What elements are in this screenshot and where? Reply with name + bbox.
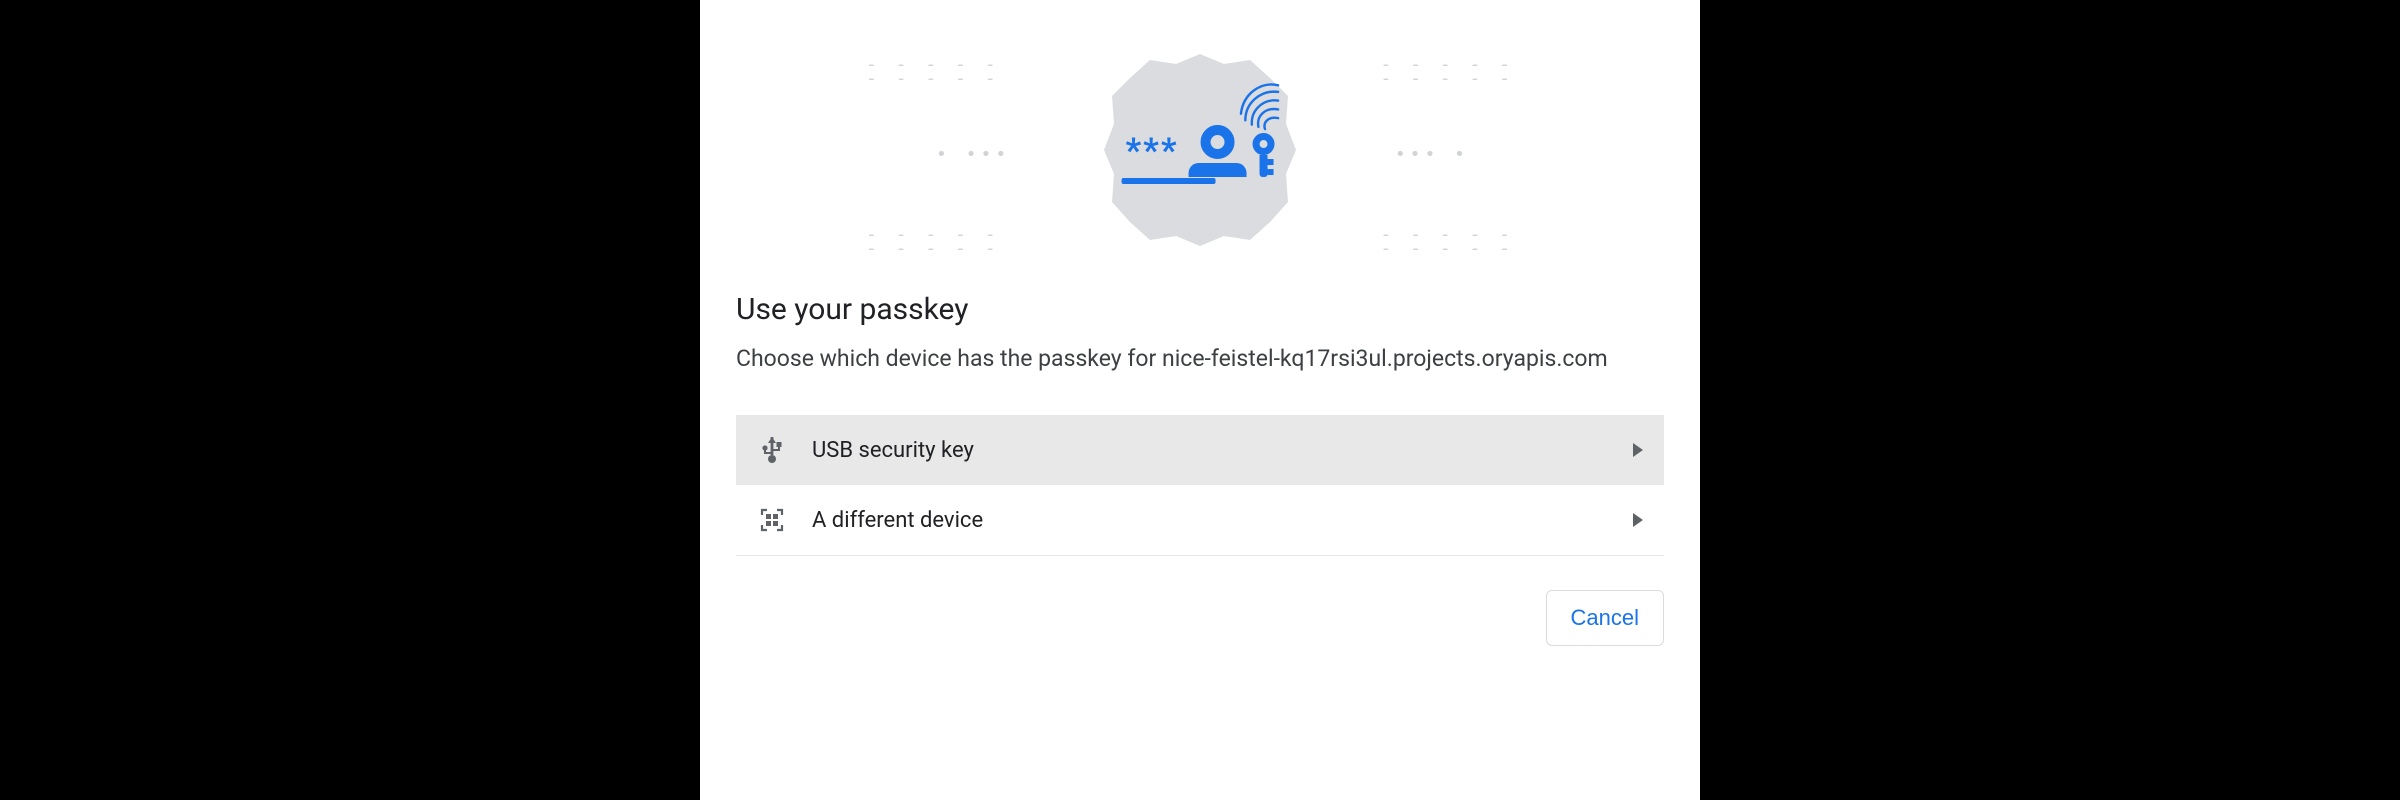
option-label: A different device [812,508,1608,533]
option-label: USB security key [812,438,1608,463]
decorative-dots: - - - - -- - - - - [1380,58,1514,87]
cancel-button[interactable]: Cancel [1546,590,1664,646]
dialog-title: Use your passkey [736,292,1664,327]
decorative-dots: - - - - -- - - - - [866,58,1000,87]
usb-icon [756,437,788,463]
blank-right-panel [1700,0,2400,800]
decorative-dots: - - - - -- - - - - [866,228,1000,257]
passkey-dialog: - - - - -- - - - - • ••• - - - - -- - - … [700,0,1700,800]
underline-icon [1122,178,1216,184]
decorative-dots: ••• • [1395,148,1469,162]
passkey-illustration: - - - - -- - - - - • ••• - - - - -- - - … [736,18,1664,282]
option-usb-security-key[interactable]: USB security key [736,415,1664,485]
option-different-device[interactable]: A different device [736,485,1664,555]
device-option-list: USB security key A different device [736,415,1664,556]
user-key-icon [1188,125,1274,177]
dialog-description: Choose which device has the passkey for … [736,343,1616,375]
blank-left-panel [0,0,700,800]
decorative-dots: • ••• [936,148,1010,162]
chevron-right-icon [1632,438,1644,463]
chevron-right-icon [1632,508,1644,533]
decorative-dots: - - - - -- - - - - [1380,228,1514,257]
passkey-glyph: *** [1126,125,1275,177]
asterisks-icon: *** [1126,131,1179,171]
qr-device-icon [756,507,788,533]
dialog-footer: Cancel [736,590,1664,646]
